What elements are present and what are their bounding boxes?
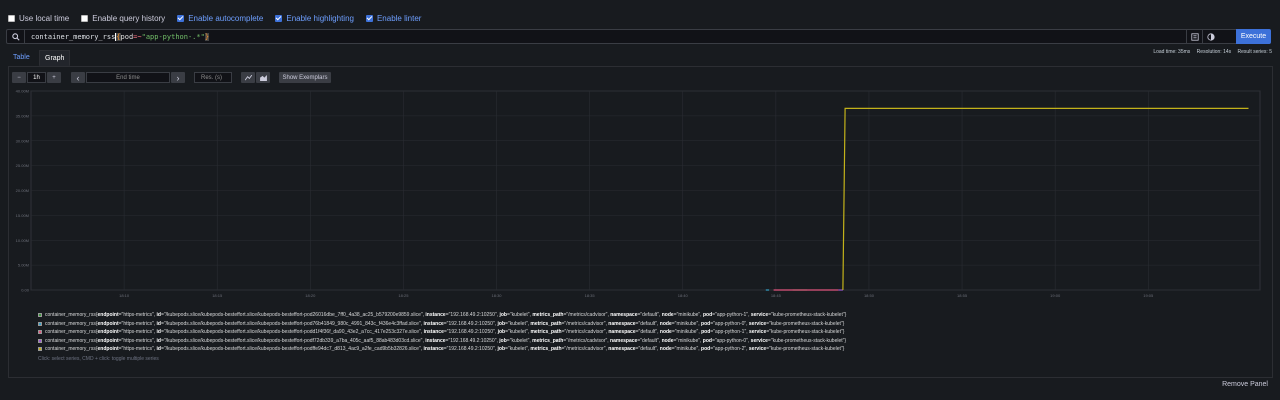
use-local-time-option[interactable]: Use local time [8, 14, 69, 23]
query-close-brace: } [204, 33, 210, 41]
show-exemplars-button[interactable]: Show Exemplars [279, 72, 331, 83]
query-metric: container_memory_rss [31, 33, 116, 41]
legend-label: container_memory_rss{endpoint="https-met… [45, 337, 847, 344]
series-legend: container_memory_rss{endpoint="https-met… [38, 311, 846, 354]
y-tick-label: 25.00M [16, 163, 29, 168]
x-tick-label: 18:30 [492, 293, 503, 298]
decrease-range-button[interactable]: − [12, 72, 26, 83]
legend-item[interactable]: container_memory_rss{endpoint="https-met… [38, 328, 846, 337]
legend-item[interactable]: container_memory_rss{endpoint="https-met… [38, 311, 846, 320]
resolution-input[interactable]: Res. (s) [194, 72, 232, 83]
legend-item[interactable]: container_memory_rss{endpoint="https-met… [38, 337, 846, 346]
previous-time-button[interactable]: ‹ [71, 72, 85, 83]
y-tick-label: 30.00M [16, 138, 29, 143]
checkbox-checked-icon[interactable] [177, 14, 185, 22]
legend-swatch [38, 330, 42, 335]
legend-swatch [38, 321, 42, 326]
globe-icon[interactable] [1202, 30, 1218, 43]
checkbox-checked-icon[interactable] [275, 14, 283, 22]
legend-swatch [38, 313, 42, 318]
x-tick-label: 18:50 [864, 293, 875, 298]
legend-swatch [38, 347, 42, 352]
increase-range-button[interactable]: + [47, 72, 61, 83]
enable-autocomplete-option[interactable]: Enable autocomplete [177, 14, 263, 23]
legend-label: container_memory_rss{endpoint="https-met… [45, 329, 845, 336]
checkbox-unchecked-icon[interactable] [8, 14, 15, 22]
options-bar: Use local time Enable query history Enab… [8, 12, 433, 24]
legend-label: container_memory_rss{endpoint="https-met… [45, 346, 845, 353]
y-tick-label: 20.00M [16, 188, 29, 193]
y-tick-label: 35.00M [16, 113, 29, 118]
x-tick-label: 18:45 [771, 293, 782, 298]
panel-tabs: Table Graph [8, 50, 1273, 67]
x-tick-label: 18:25 [398, 293, 409, 298]
query-label: pod [120, 33, 134, 41]
series-line-5 [842, 107, 1249, 291]
x-tick-label: 18:35 [585, 293, 596, 298]
chart-svg[interactable]: 18:10 18:15 18:20 18:25 18:30 18:35 18:40 18:45… [8, 88, 1273, 304]
x-tick-label: 18:55 [957, 293, 968, 298]
x-tick-label: 18:40 [678, 293, 689, 298]
query-operator: =~ [133, 33, 142, 41]
enable-linter-option[interactable]: Enable linter [365, 14, 421, 23]
query-value: "app-python-.*" [141, 33, 205, 41]
range-input[interactable]: 1h [27, 72, 46, 83]
y-tick-label: 10.00M [16, 238, 29, 243]
line-chart-icon[interactable] [241, 72, 255, 83]
x-tick-label: 18:20 [305, 293, 316, 298]
remove-panel-button[interactable]: Remove Panel [1222, 381, 1268, 388]
x-tick-label: 19:05 [1143, 293, 1154, 298]
checkbox-unchecked-icon[interactable] [81, 14, 89, 22]
tab-table[interactable]: Table [8, 50, 35, 66]
legend-item[interactable]: container_memory_rss{endpoint="https-met… [38, 320, 846, 329]
y-tick-label: 40.00M [16, 89, 29, 94]
enable-query-history-option[interactable]: Enable query history [81, 14, 165, 23]
format-icon[interactable] [1186, 30, 1202, 43]
x-tick-label: 18:15 [212, 293, 223, 298]
expression-input[interactable]: container_memory_rss{pod=~"app-python-.*… [31, 32, 210, 42]
y-tick-label: 15.00M [16, 213, 29, 218]
next-time-button[interactable]: › [171, 72, 185, 83]
legend-label: container_memory_rss{endpoint="https-met… [45, 320, 845, 327]
end-time-input[interactable]: End time [86, 72, 170, 83]
execute-button[interactable]: Execute [1236, 29, 1271, 44]
legend-label: container_memory_rss{endpoint="https-met… [45, 312, 847, 319]
legend-item[interactable]: container_memory_rss{endpoint="https-met… [38, 345, 846, 354]
time-series-chart[interactable]: 18:10 18:15 18:20 18:25 18:30 18:35 18:40 18:45… [8, 88, 1273, 304]
y-tick-label: 5.00M [18, 263, 29, 268]
search-icon [7, 30, 25, 43]
checkbox-checked-icon[interactable] [365, 14, 373, 22]
tab-graph[interactable]: Graph [39, 50, 71, 66]
x-tick-label: 18:10 [119, 293, 130, 298]
enable-highlighting-option[interactable]: Enable highlighting [275, 14, 354, 23]
y-tick-label: 0.00 [21, 288, 30, 293]
stacked-chart-icon[interactable] [256, 72, 270, 83]
query-bar: container_memory_rss{pod=~"app-python-.*… [6, 29, 1271, 44]
x-tick-label: 19:00 [1050, 293, 1061, 298]
legend-hint: Click: select series, CMD + click: toggl… [38, 356, 159, 362]
legend-swatch [38, 338, 42, 343]
